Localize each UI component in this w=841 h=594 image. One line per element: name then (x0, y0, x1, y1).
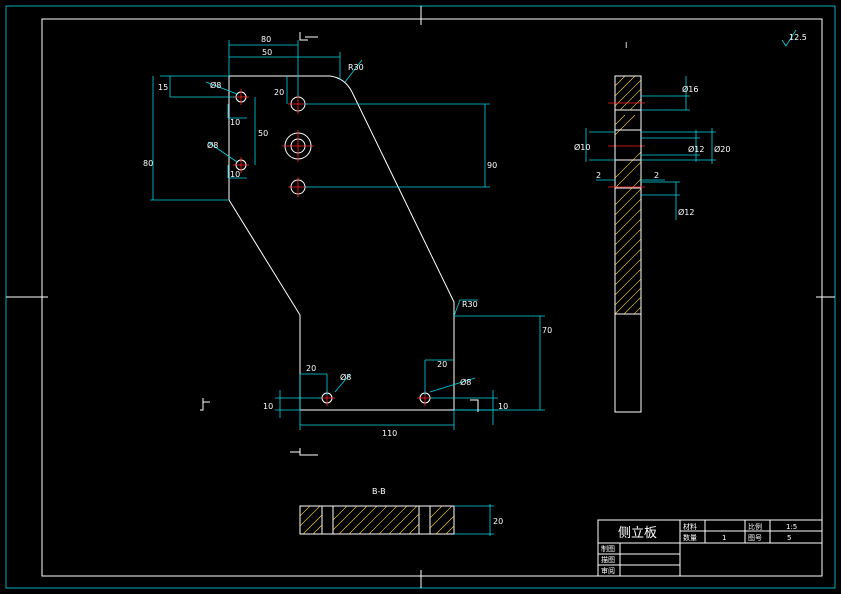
checker-label: 描图 (601, 555, 615, 564)
reviewer-label: 审阅 (601, 566, 615, 575)
dim-dia12-b: Ø12 (678, 207, 694, 217)
dim-10-b: 10 (230, 170, 240, 179)
qty-value: 1 (722, 534, 726, 542)
section-markers (200, 32, 479, 456)
dim-dia10: Ø10 (574, 142, 590, 152)
section-view (299, 504, 494, 536)
section-label: B-B (372, 487, 386, 496)
side-view-label: I (625, 41, 627, 50)
dim-50-mid: 50 (258, 129, 268, 138)
dim-dia16: Ø16 (682, 84, 698, 94)
surface-finish-value: 12.5 (789, 33, 807, 42)
dim-80-top: 80 (261, 35, 271, 44)
part-name: 侧立板 (618, 526, 657, 541)
dim-dia8-bottom-left: Ø8 (340, 372, 351, 382)
dim-dia8-a: Ø8 (210, 80, 221, 90)
hole-upper-small (233, 89, 249, 105)
dim-20-bottom-right: 20 (437, 360, 447, 369)
dim-20-bottom-left: 20 (306, 364, 316, 373)
side-view (608, 75, 645, 413)
drawing-no-label: 图号 (748, 534, 762, 542)
dim-dia20: Ø20 (714, 144, 730, 154)
dim-2-a: 2 (596, 171, 601, 180)
outer-frame (5, 5, 836, 589)
scale-value: 1:5 (786, 523, 797, 531)
dim-dia8-bottom-right: Ø8 (460, 377, 471, 387)
dim-r30: R30 (348, 63, 364, 72)
drawing-no-value: 5 (787, 534, 791, 542)
dim-10-a: 10 (230, 118, 240, 127)
dim-15: 15 (158, 83, 168, 92)
inner-frame (41, 18, 823, 577)
dim-r30-lower: R30 (462, 300, 478, 309)
dim-10-bottom-right: 10 (498, 402, 508, 411)
cad-drawing: 80 50 R30 15 20 Ø8 Ø8 10 10 50 80 90 R30… (5, 5, 836, 589)
dim-20-left: 20 (274, 88, 284, 97)
dimension-lines (150, 40, 545, 430)
dim-80-left: 80 (143, 159, 153, 168)
dim-dia12-a: Ø12 (688, 144, 704, 154)
dim-dia8-b: Ø8 (207, 140, 218, 150)
dim-70: 70 (542, 326, 552, 335)
dim-50-top: 50 (262, 48, 272, 57)
qty-label: 数量 (683, 533, 697, 542)
material-label: 材料 (683, 522, 697, 531)
hole-center-counterbore (282, 130, 314, 162)
dim-110: 110 (382, 429, 397, 438)
dim-90-right: 90 (487, 161, 497, 170)
section-dim-20: 20 (493, 517, 503, 526)
dim-2-b: 2 (654, 171, 659, 180)
scale-label: 比例 (748, 522, 762, 531)
dim-10-bottom-left: 10 (263, 402, 273, 411)
designer-label: 制图 (601, 544, 615, 553)
side-view-hatch (614, 75, 642, 315)
main-view-outline (228, 75, 455, 411)
